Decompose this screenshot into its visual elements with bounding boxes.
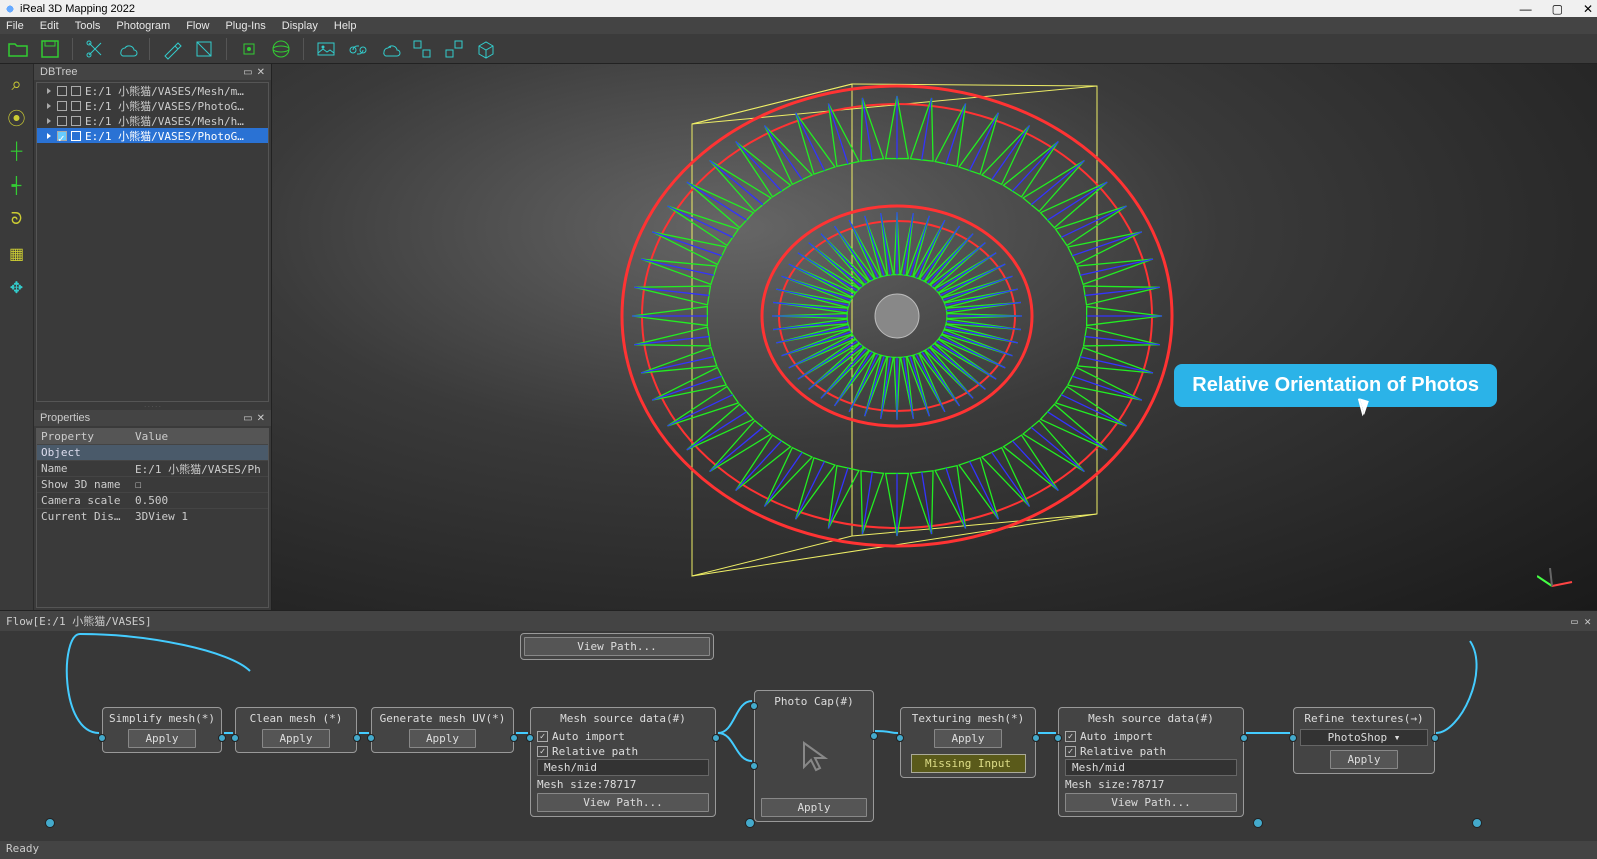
node-texturing[interactable]: Texturing mesh(*) Apply Missing Input [900, 707, 1036, 778]
photoshop-dropdown[interactable]: PhotoShop ▾ [1300, 729, 1428, 746]
scissors-icon[interactable] [83, 37, 107, 61]
checkbox-icon[interactable]: ✓ [537, 731, 548, 742]
image-icon[interactable] [314, 37, 338, 61]
property-row[interactable]: Current Dis…3DView 1 [37, 508, 268, 524]
checkbox-icon[interactable]: ✓ [537, 746, 548, 757]
tree-row[interactable]: E:/1 小熊猫/VASES/Mesh/h… [37, 113, 268, 128]
app-logo-icon [4, 3, 16, 15]
content-row: ⌕ ⦿ ┼ ┽ ᘐ ▦ ✥ DBTree ▭ ✕ E:/1 小熊猫/VASES/… [0, 64, 1597, 610]
titlebar: iReal 3D Mapping 2022 — ▢ ✕ [0, 0, 1597, 17]
menu-display[interactable]: Display [274, 20, 326, 32]
node-mesh-source-2[interactable]: Mesh source data(#) ✓Auto import ✓Relati… [1058, 707, 1244, 817]
checkbox-icon[interactable]: ✓ [1065, 746, 1076, 757]
sphere-icon[interactable] [269, 37, 293, 61]
axis-x-icon[interactable]: ┼ [7, 142, 27, 162]
apply-button[interactable]: Apply [128, 729, 195, 748]
apply-button[interactable]: Apply [409, 729, 476, 748]
menu-edit[interactable]: Edit [32, 20, 67, 32]
axes-gizmo [1537, 568, 1577, 598]
cloud2-icon[interactable] [378, 37, 402, 61]
props-float-icon[interactable]: ▭ [243, 413, 252, 424]
axis-y-icon[interactable]: ┽ [7, 176, 27, 196]
view-path-button[interactable]: View Path... [1065, 793, 1237, 812]
maximize-button[interactable]: ▢ [1552, 2, 1563, 16]
properties-panel: PropertyValue Object NameE:/1 小熊猫/VASES/… [36, 428, 269, 608]
dbtree-close-icon[interactable]: ✕ [257, 67, 265, 78]
cloud-icon[interactable] [115, 37, 139, 61]
node-viewpath-top: View Path... [520, 633, 714, 660]
dbtree-title: DBTree [40, 66, 78, 78]
tree-row-selected[interactable]: ✓E:/1 小熊猫/VASES/PhotoG… [37, 128, 268, 143]
statusbar: Ready [0, 841, 1597, 859]
cube-icon[interactable] [474, 37, 498, 61]
properties-head: PropertyValue [37, 429, 268, 444]
menu-flow[interactable]: Flow [178, 20, 217, 32]
dbtree[interactable]: E:/1 小熊猫/VASES/Mesh/m… E:/1 小熊猫/VASES/Ph… [36, 82, 269, 402]
node-photo-cap[interactable]: Photo Cap(#) Apply [754, 690, 874, 822]
status-text: Ready [6, 842, 39, 855]
node-refine-textures[interactable]: Refine textures(→) PhotoShop ▾ Apply [1293, 707, 1435, 774]
property-row[interactable]: Show 3D name☐ [37, 476, 268, 492]
property-row[interactable]: Camera scale0.500 [37, 492, 268, 508]
viewport-scene [272, 64, 1597, 610]
flow-graph[interactable]: View Path... Simplify mesh(*) Apply Clea… [0, 631, 1597, 841]
view-path-button[interactable]: View Path... [524, 637, 710, 656]
zoom-icon[interactable]: ⌕ [7, 74, 27, 94]
node-mesh-source-1[interactable]: Mesh source data(#) ✓Auto import ✓Relati… [530, 707, 716, 817]
zoom-all-icon[interactable]: ⦿ [7, 108, 27, 128]
crop-icon[interactable] [192, 37, 216, 61]
link-icon[interactable] [346, 37, 370, 61]
move-icon[interactable]: ✥ [7, 278, 27, 298]
open-icon[interactable] [6, 37, 30, 61]
dbtree-header: DBTree ▭ ✕ [34, 64, 271, 80]
callout-label: Relative Orientation of Photos [1174, 364, 1497, 407]
app-title: iReal 3D Mapping 2022 [20, 3, 135, 15]
dbtree-float-icon[interactable]: ▭ [243, 67, 252, 78]
properties-header: Properties ▭ ✕ [34, 410, 271, 426]
boxes2-icon[interactable] [442, 37, 466, 61]
flow-title: Flow[E:/1 小熊猫/VASES] [6, 613, 152, 629]
menubar: File Edit Tools Photogram Flow Plug-Ins … [0, 17, 1597, 34]
viewport-3d[interactable]: Relative Orientation of Photos [272, 64, 1597, 610]
menu-plugins[interactable]: Plug-Ins [217, 20, 273, 32]
view-path-button[interactable]: View Path... [537, 793, 709, 812]
checkbox-icon[interactable]: ✓ [1065, 731, 1076, 742]
tree-row[interactable]: E:/1 小熊猫/VASES/Mesh/m… [37, 83, 268, 98]
property-row[interactable]: NameE:/1 小熊猫/VASES/Ph [37, 460, 268, 476]
left-toolbar: ⌕ ⦿ ┼ ┽ ᘐ ▦ ✥ [0, 64, 34, 610]
target-icon[interactable] [237, 37, 261, 61]
grid-icon[interactable]: ▦ [7, 244, 27, 264]
node-clean[interactable]: Clean mesh (*) Apply [235, 707, 357, 753]
apply-button[interactable]: Apply [1330, 750, 1397, 769]
hammer-icon[interactable] [160, 37, 184, 61]
menu-help[interactable]: Help [326, 20, 365, 32]
toolbar [0, 34, 1597, 64]
close-button[interactable]: ✕ [1583, 2, 1593, 16]
save-icon[interactable] [38, 37, 62, 61]
tree-row[interactable]: E:/1 小熊猫/VASES/PhotoG… [37, 98, 268, 113]
menu-tools[interactable]: Tools [67, 20, 109, 32]
flow-close-icon[interactable]: ✕ [1584, 615, 1591, 628]
flow-header: Flow[E:/1 小熊猫/VASES] ▭ ✕ [0, 611, 1597, 631]
properties-title: Properties [40, 412, 90, 424]
node-generate-uv[interactable]: Generate mesh UV(*) Apply [371, 707, 514, 753]
flow-panel: Flow[E:/1 小熊猫/VASES] ▭ ✕ View Path... Si… [0, 610, 1597, 841]
missing-input-badge: Missing Input [911, 754, 1026, 773]
minimize-button[interactable]: — [1520, 2, 1532, 16]
graph-icon[interactable]: ᘐ [7, 210, 27, 230]
props-close-icon[interactable]: ✕ [257, 413, 265, 424]
boxes1-icon[interactable] [410, 37, 434, 61]
window-controls: — ▢ ✕ [1520, 2, 1593, 16]
property-section: Object [37, 444, 268, 460]
node-simplify[interactable]: Simplify mesh(*) Apply [102, 707, 222, 753]
side-panel: DBTree ▭ ✕ E:/1 小熊猫/VASES/Mesh/m… E:/1 小… [34, 64, 272, 610]
flow-float-icon[interactable]: ▭ [1571, 615, 1578, 628]
apply-button[interactable]: Apply [934, 729, 1001, 748]
cursor-icon [794, 735, 834, 775]
apply-button[interactable]: Apply [262, 729, 329, 748]
apply-button[interactable]: Apply [761, 798, 867, 817]
menu-file[interactable]: File [2, 20, 32, 32]
menu-photogram[interactable]: Photogram [108, 20, 178, 32]
